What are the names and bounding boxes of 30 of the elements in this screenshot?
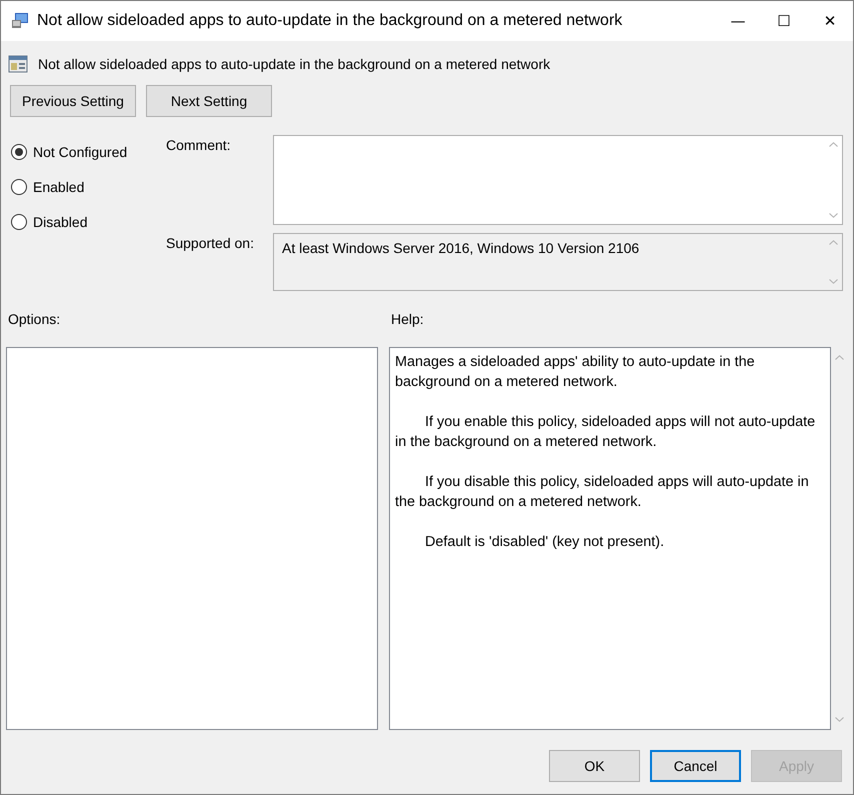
- maximize-button[interactable]: ☐: [761, 1, 807, 41]
- app-icon: [11, 12, 29, 30]
- options-label: Options:: [8, 311, 62, 327]
- close-button[interactable]: ✕: [807, 1, 853, 41]
- minimize-button[interactable]: —: [715, 1, 761, 41]
- ok-button[interactable]: OK: [549, 750, 640, 782]
- help-label: Help:: [391, 311, 424, 327]
- policy-title: Not allow sideloaded apps to auto-update in the background on a metered network: [38, 56, 550, 72]
- scroll-down-icon: [835, 717, 844, 722]
- help-paragraph: If you disable this policy, sideloaded apps will auto-update in the background on a metered network.: [395, 473, 810, 512]
- radio-option[interactable]: Disabled: [11, 211, 166, 233]
- supported-on-field: At least Windows Server 2016, Windows 10 Version 2106: [273, 233, 843, 291]
- cancel-button[interactable]: Cancel: [650, 750, 741, 782]
- radio-option[interactable]: Not Configured: [11, 141, 166, 163]
- comment-label: Comment:: [166, 136, 232, 155]
- previous-setting-button[interactable]: Previous Setting: [10, 85, 136, 117]
- scroll-up-icon: [828, 142, 838, 147]
- policy-icon: [8, 54, 28, 74]
- scroll-down-icon: [828, 213, 838, 218]
- scroll-down-icon: [828, 279, 838, 284]
- help-paragraph: Manages a sideloaded apps' ability to auto-update in the background on a metered network.: [395, 353, 756, 392]
- window-title: Not allow sideloaded apps to auto-update in the background on a metered network: [37, 12, 622, 30]
- scroll-up-icon: [828, 240, 838, 245]
- help-paragraph: Default is 'disabled' (key not present).: [424, 533, 666, 552]
- supported-on-label: Supported on:: [166, 234, 255, 253]
- next-setting-button[interactable]: Next Setting: [146, 85, 272, 117]
- scroll-up-icon: [835, 355, 844, 360]
- help-paragraph: If you enable this policy, sideloaded apps will not auto-update in the background on a metered network.: [395, 413, 816, 452]
- comment-field[interactable]: [273, 135, 843, 225]
- radio-option[interactable]: Enabled: [11, 176, 166, 198]
